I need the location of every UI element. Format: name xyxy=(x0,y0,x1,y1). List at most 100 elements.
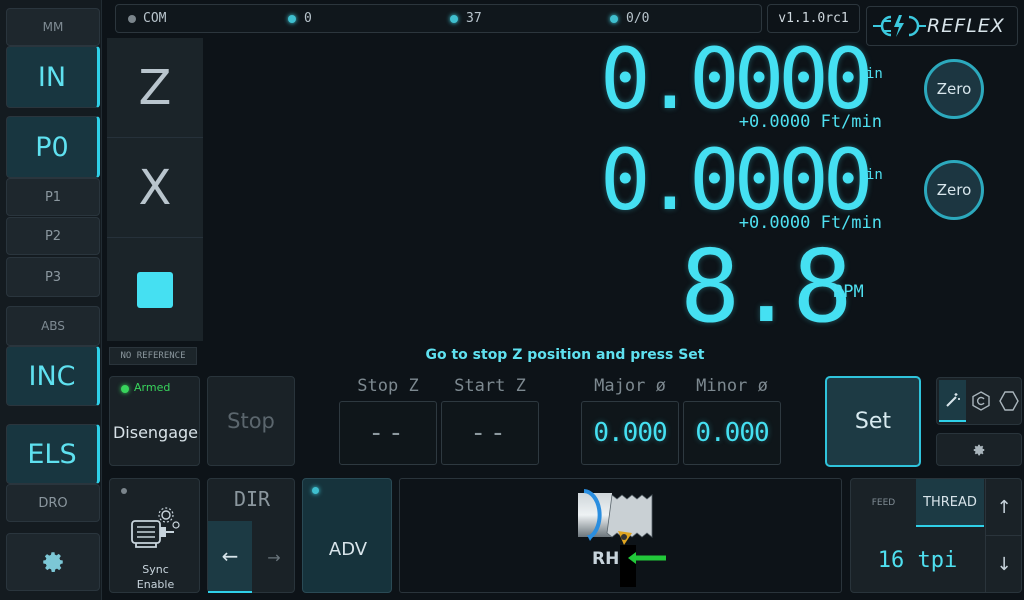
thread-hand-label: RH xyxy=(592,549,620,569)
third-axis-button[interactable] xyxy=(107,238,203,341)
z-unit: in xyxy=(866,66,883,82)
pitch-down-button[interactable]: ↓ xyxy=(985,536,1022,593)
major-diameter-value: 0.000 xyxy=(593,418,667,448)
units-mm-button[interactable]: MM xyxy=(6,8,100,46)
zero-x-label: Zero xyxy=(936,181,972,199)
plug-bolt-icon xyxy=(873,15,926,37)
square-indicator-icon xyxy=(137,271,173,308)
set-button[interactable]: Set xyxy=(825,376,921,467)
adv-led-icon xyxy=(312,487,319,494)
tool-mode-group xyxy=(936,377,1022,425)
arrow-up-icon: ↑ xyxy=(996,496,1012,518)
instruction-message: Go to stop Z position and press Set xyxy=(425,347,705,363)
direction-group: DIR ← → xyxy=(207,478,295,593)
axis-z-label: Z xyxy=(138,59,172,116)
dir-label: DIR xyxy=(233,487,271,511)
motor-gear-icon xyxy=(131,507,180,548)
position-p2-button[interactable]: P2 xyxy=(6,217,100,255)
sync-led-icon xyxy=(121,488,127,494)
threaded-nut-icon xyxy=(971,391,990,411)
disengage-button[interactable]: Armed Disengage xyxy=(109,376,200,466)
start-z-field[interactable]: -- xyxy=(441,401,539,465)
dir-right-button[interactable]: → xyxy=(252,521,296,593)
gear-icon xyxy=(43,552,63,572)
com-led-icon xyxy=(128,15,136,23)
stop-z-label: Stop Z xyxy=(357,376,419,396)
mode-inc-button[interactable]: INC xyxy=(6,346,100,406)
feed-tab[interactable]: FEED xyxy=(851,479,916,527)
hexagon-icon xyxy=(998,391,1019,411)
pitch-up-button[interactable]: ↑ xyxy=(985,479,1022,536)
position-p3-button[interactable]: P3 xyxy=(6,257,100,297)
status-bar: COM 0 37 0/0 xyxy=(115,4,762,33)
status-value-3: 0/0 xyxy=(626,11,650,26)
start-z-value: -- xyxy=(470,418,510,448)
axis-x-label: X xyxy=(138,159,172,216)
nut-mode-button[interactable] xyxy=(967,380,994,422)
com-label: COM xyxy=(143,11,167,26)
minor-diameter-field[interactable]: 0.000 xyxy=(683,401,781,465)
adv-button[interactable]: ADV xyxy=(302,478,392,593)
arrow-down-icon: ↓ xyxy=(996,554,1012,575)
stop-z-value: -- xyxy=(368,418,408,448)
dir-left-button[interactable]: ← xyxy=(208,521,252,593)
rpm-unit: RPM xyxy=(833,282,864,302)
reference-status: NO REFERENCE xyxy=(109,347,197,365)
minor-diameter-value: 0.000 xyxy=(695,418,769,448)
stop-label: Stop xyxy=(227,409,275,433)
feed-tab-label: FEED xyxy=(871,498,896,508)
mode-dro-button[interactable]: DRO xyxy=(6,484,100,522)
major-diameter-label: Major ø xyxy=(594,376,666,396)
pitch-value-field[interactable]: 16 tpi xyxy=(851,527,984,593)
thread-preview: RH xyxy=(399,478,842,593)
tool-settings-button[interactable] xyxy=(936,433,1022,466)
set-label: Set xyxy=(854,409,892,434)
major-diameter-field[interactable]: 0.000 xyxy=(581,401,679,465)
status-led-icon xyxy=(288,15,296,23)
brand-name: REFLEX xyxy=(927,15,1005,37)
armed-label: Armed xyxy=(134,381,171,394)
position-p1-button[interactable]: P1 xyxy=(6,178,100,216)
units-in-button[interactable]: IN xyxy=(6,46,100,108)
hex-mode-button[interactable] xyxy=(995,380,1022,422)
z-feed-rate: +0.0000 Ft/min xyxy=(738,112,882,132)
sync-enable-button[interactable]: Sync Enable xyxy=(109,478,200,593)
position-p0-button[interactable]: P0 xyxy=(6,116,100,178)
pitch-panel: FEED THREAD 16 tpi ↑ ↓ xyxy=(850,478,1022,593)
pitch-value: 16 tpi xyxy=(877,547,958,573)
wand-mode-button[interactable] xyxy=(939,380,966,422)
brand-logo: REFLEX xyxy=(866,6,1018,46)
zero-x-button[interactable]: Zero xyxy=(924,160,984,220)
axis-x-button[interactable]: X xyxy=(107,138,203,238)
spindle-rpm-readout: 8.8 xyxy=(680,228,853,345)
adv-label: ADV xyxy=(328,539,368,560)
status-led-icon xyxy=(610,15,618,23)
axis-selector: Z X xyxy=(107,38,203,341)
arrow-left-icon: ← xyxy=(221,544,239,568)
lathe-thread-diagram xyxy=(578,489,666,587)
magic-wand-icon xyxy=(945,393,960,407)
status-value-1: 0 xyxy=(304,11,312,26)
settings-button[interactable] xyxy=(6,533,100,591)
sidebar: MM IN P0 P1 P2 P3 ABS INC ELS DRO xyxy=(0,0,102,600)
status-led-icon xyxy=(450,15,458,23)
zero-z-button[interactable]: Zero xyxy=(924,59,984,119)
armed-led-icon xyxy=(121,385,129,393)
minor-diameter-label: Minor ø xyxy=(696,376,768,396)
version-badge: v1.1.0rc1 xyxy=(767,4,860,33)
thread-tab[interactable]: THREAD xyxy=(916,479,984,527)
disengage-label: Disengage xyxy=(112,423,199,442)
stop-z-field[interactable]: -- xyxy=(339,401,437,465)
axis-z-button[interactable]: Z xyxy=(107,38,203,138)
status-value-2: 37 xyxy=(466,11,482,26)
stop-button[interactable]: Stop xyxy=(207,376,295,466)
thread-tab-label: THREAD xyxy=(923,494,977,510)
zero-z-label: Zero xyxy=(936,80,972,98)
mode-els-button[interactable]: ELS xyxy=(6,424,100,484)
gear-icon xyxy=(973,444,985,455)
arrow-right-icon: → xyxy=(267,547,281,567)
sync-label-line2: Enable xyxy=(136,578,175,591)
sync-label-line1: Sync xyxy=(142,563,169,576)
x-unit: in xyxy=(866,167,883,183)
mode-abs-button[interactable]: ABS xyxy=(6,306,100,346)
